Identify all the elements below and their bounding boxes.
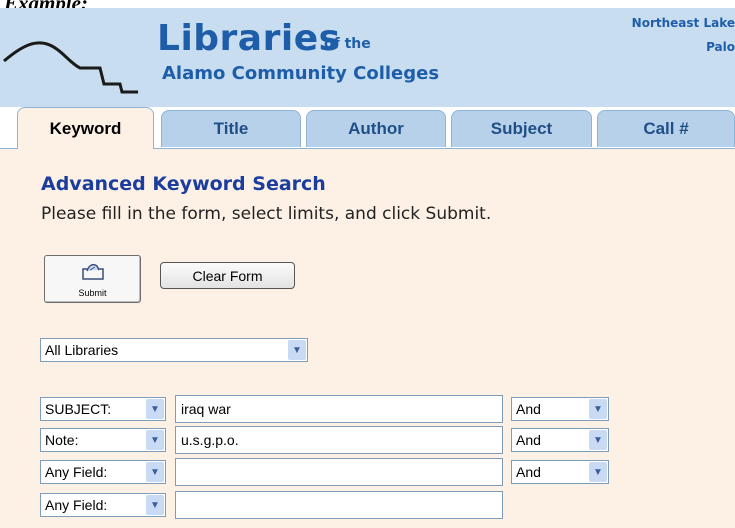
tab-author[interactable]: Author bbox=[306, 110, 446, 147]
chevron-down-icon: ▼ bbox=[288, 340, 306, 360]
submit-hand-icon bbox=[82, 263, 104, 280]
search-tabs: Keyword Title Author Subject Call # bbox=[0, 107, 735, 149]
instructions-text: Please fill in the form, select limits, … bbox=[41, 204, 492, 224]
submit-button[interactable]: Submit bbox=[44, 255, 141, 303]
tab-title[interactable]: Title bbox=[161, 110, 301, 147]
search-term-input[interactable] bbox=[175, 491, 503, 519]
clear-form-button[interactable]: Clear Form bbox=[160, 262, 295, 289]
chevron-down-icon: ▼ bbox=[589, 430, 607, 450]
field-select[interactable]: Note: ▼ bbox=[40, 428, 166, 452]
field-select-value: SUBJECT: bbox=[45, 401, 112, 417]
boolean-operator-value: And bbox=[516, 432, 541, 448]
field-select[interactable]: Any Field: ▼ bbox=[40, 460, 166, 484]
field-select[interactable]: SUBJECT: ▼ bbox=[40, 397, 166, 421]
chevron-down-icon: ▼ bbox=[589, 399, 607, 419]
boolean-operator-value: And bbox=[516, 464, 541, 480]
field-select[interactable]: Any Field: ▼ bbox=[40, 493, 166, 517]
field-select-value: Any Field: bbox=[45, 464, 108, 480]
chevron-down-icon: ▼ bbox=[146, 462, 164, 482]
brand-subtitle: Alamo Community Colleges bbox=[162, 63, 440, 84]
campus-link-northeast-lake[interactable]: Northeast Lake bbox=[632, 16, 735, 30]
boolean-operator-select[interactable]: And ▼ bbox=[511, 397, 609, 421]
chevron-down-icon: ▼ bbox=[146, 495, 164, 515]
campus-link-palo[interactable]: Palo bbox=[706, 40, 735, 54]
search-term-input[interactable]: iraq war bbox=[175, 395, 503, 423]
chevron-down-icon: ▼ bbox=[146, 430, 164, 450]
field-select-value: Any Field: bbox=[45, 497, 108, 513]
chevron-down-icon: ▼ bbox=[589, 462, 607, 482]
submit-label: Submit bbox=[78, 288, 107, 298]
library-select[interactable]: All Libraries ▼ bbox=[40, 338, 308, 362]
tab-call-number[interactable]: Call # bbox=[597, 110, 735, 147]
tab-keyword[interactable]: Keyword bbox=[17, 107, 154, 149]
chevron-down-icon: ▼ bbox=[146, 399, 164, 419]
field-select-value: Note: bbox=[45, 432, 79, 448]
boolean-operator-select[interactable]: And ▼ bbox=[511, 460, 609, 484]
boolean-operator-select[interactable]: And ▼ bbox=[511, 428, 609, 452]
brand-title: Libraries bbox=[157, 18, 341, 59]
boolean-operator-value: And bbox=[516, 401, 541, 417]
brand-connector: of the bbox=[324, 36, 371, 52]
search-panel: Advanced Keyword Search Please fill in t… bbox=[0, 148, 735, 528]
library-select-value: All Libraries bbox=[45, 342, 119, 358]
page-title: Advanced Keyword Search bbox=[41, 173, 326, 195]
river-walk-logo-icon bbox=[3, 41, 138, 94]
search-term-input[interactable]: u.s.g.p.o. bbox=[175, 426, 503, 454]
search-term-input[interactable] bbox=[175, 458, 503, 486]
tab-subject[interactable]: Subject bbox=[451, 110, 592, 147]
site-header: Libraries of the Alamo Community College… bbox=[0, 8, 735, 107]
